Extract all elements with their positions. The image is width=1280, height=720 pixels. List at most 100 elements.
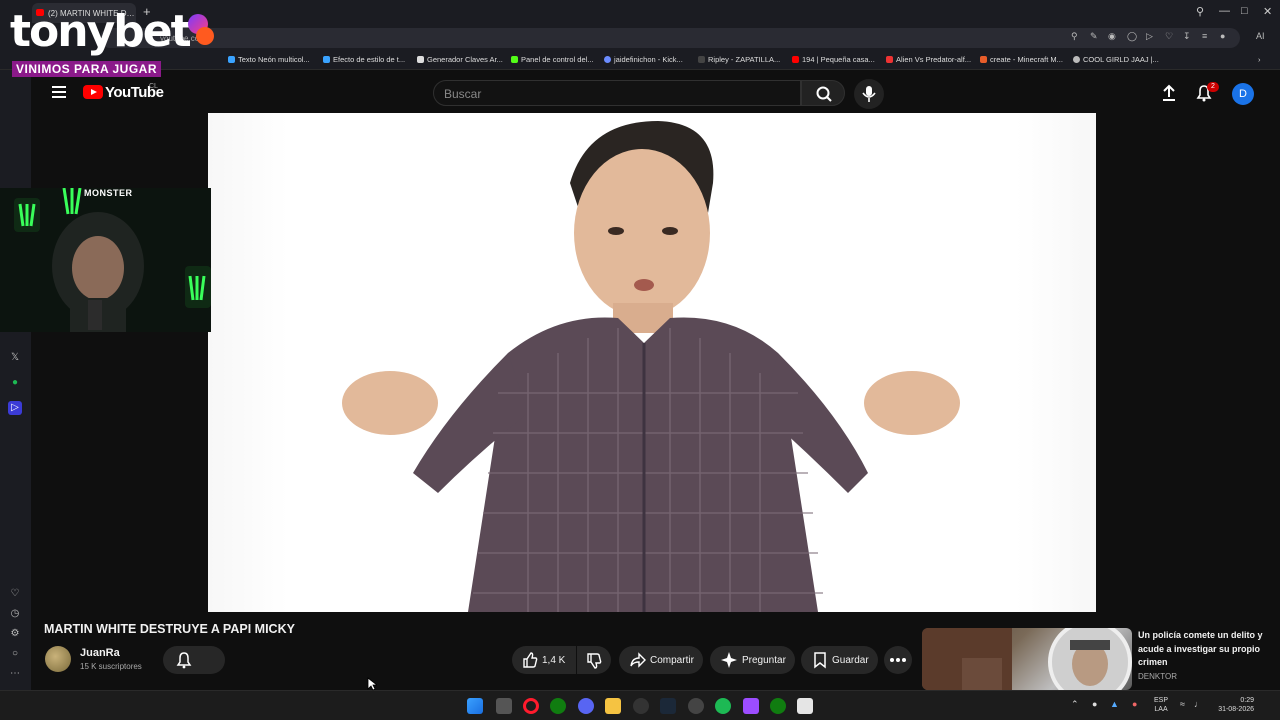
more-icon[interactable]: ⋯ [8, 667, 22, 681]
tray-app-icon[interactable]: ● [1092, 699, 1097, 709]
x-twitter-icon[interactable]: 𝕏 [8, 351, 22, 365]
menu-icon[interactable]: ≡ [1202, 31, 1207, 41]
bookmark-item[interactable]: COOL GIRLD JAAJ |... [1073, 55, 1159, 64]
maximize-button[interactable]: □ [1241, 5, 1248, 17]
youtube-logo-icon[interactable] [83, 85, 103, 99]
more-actions-button[interactable] [884, 646, 912, 674]
bookmark-item[interactable]: create - Minecraft M... [980, 55, 1063, 64]
bookmark-item[interactable]: Texto Neón multicol... [228, 55, 310, 64]
aria-ai-icon[interactable]: AI [1256, 31, 1265, 41]
search-button[interactable] [801, 80, 845, 106]
thumbs-up-icon [523, 652, 538, 668]
youtube-favicon-icon [792, 56, 799, 63]
edit-icon[interactable]: ✎ [1090, 31, 1098, 42]
tonybet-logo: tonybet [10, 6, 192, 57]
search-icon [816, 86, 832, 102]
windows-taskbar: ⌃ ● ▲ ● ESP LAA ≈ ♩ 0:29 31-08-2026 [0, 690, 1280, 720]
account-avatar[interactable]: D [1232, 83, 1254, 105]
history-icon[interactable]: ◷ [8, 607, 22, 621]
share-icon [630, 652, 646, 668]
share-button[interactable]: Compartir [619, 646, 703, 674]
save-button[interactable]: Guardar [801, 646, 878, 674]
start-icon[interactable] [467, 698, 483, 714]
ripley-icon [698, 56, 705, 63]
heart-icon[interactable]: ♡ [1165, 31, 1173, 42]
ask-label: Preguntar [742, 655, 786, 666]
task-view-icon[interactable] [496, 698, 512, 714]
xbox-app-icon[interactable] [770, 698, 786, 714]
camera-icon[interactable]: ◉ [1108, 31, 1116, 42]
lightbulb-app-icon[interactable] [743, 698, 759, 714]
download-icon[interactable]: ↧ [1183, 31, 1191, 42]
dislike-button[interactable] [577, 646, 611, 674]
shield-icon[interactable]: ◯ [1127, 31, 1137, 42]
document-icon [417, 56, 424, 63]
video-frame-person [342, 121, 960, 612]
create-button[interactable] [1159, 83, 1179, 103]
url-field[interactable]: youtube.com/ [100, 28, 1240, 48]
bookmarks-overflow-icon[interactable]: › [1258, 55, 1261, 64]
file-explorer-icon[interactable] [605, 698, 621, 714]
heart-icon[interactable]: ♡ [8, 587, 22, 601]
lens-icon[interactable]: ⚲ [1071, 31, 1078, 42]
bookmark-item[interactable]: Efecto de estilo de t... [323, 55, 405, 64]
opera-gx-icon[interactable] [523, 698, 539, 714]
channel-name[interactable]: JuanRa [80, 647, 120, 659]
tray-steam-icon[interactable]: ▲ [1110, 699, 1119, 709]
xbox-icon[interactable] [550, 698, 566, 714]
tonybet-logo-dot2-icon [196, 27, 214, 45]
webcam-feed [0, 188, 211, 332]
clock-time: 0:29 [1240, 697, 1254, 704]
voice-search-button[interactable] [854, 79, 884, 109]
bookmark-favicon-icon [228, 56, 235, 63]
close-window-button[interactable]: ✕ [1263, 5, 1272, 18]
minimize-button[interactable]: — [1219, 5, 1230, 17]
settings-icon[interactable]: ⚙ [8, 627, 22, 641]
language-code: ESP [1154, 697, 1169, 704]
bookmark-item[interactable]: Ripley - ZAPATILLA... [698, 55, 780, 64]
spotify-icon[interactable] [715, 698, 731, 714]
bookmark-item[interactable]: 194 | Pequeña casa... [792, 55, 875, 64]
search-input[interactable]: Buscar [433, 80, 801, 106]
tray-overflow-icon[interactable]: ⌃ [1071, 699, 1079, 710]
clock[interactable]: 0:29 31-08-2026 [1212, 696, 1254, 714]
kick-icon [511, 56, 518, 63]
calculator-icon[interactable] [797, 698, 813, 714]
steam-icon[interactable] [660, 698, 676, 714]
recommendation-title[interactable]: Un policía comete un delito y acude a in… [1138, 629, 1268, 670]
channel-avatar[interactable] [45, 646, 71, 672]
wifi-icon[interactable]: ≈ [1180, 699, 1185, 709]
profile-icon[interactable]: ● [1220, 31, 1225, 41]
thumbnail-image [922, 628, 1132, 690]
obs-icon[interactable] [633, 698, 649, 714]
volume-icon[interactable]: ♩ [1194, 699, 1203, 709]
video-player[interactable] [208, 113, 1096, 612]
bookmark-item[interactable]: jaidefinichon - Kick... [604, 55, 683, 64]
chrome-icon[interactable] [688, 698, 704, 714]
bookmark-favicon-icon [980, 56, 987, 63]
discord-icon[interactable] [578, 698, 594, 714]
player-icon[interactable]: ▷ [8, 401, 22, 415]
subscription-notification-button[interactable] [163, 646, 225, 674]
bookmark-favicon-icon [323, 56, 330, 63]
play-icon[interactable]: ▷ [1146, 31, 1153, 42]
guide-menu-icon[interactable] [52, 86, 66, 98]
thumbs-down-icon [587, 653, 602, 669]
save-label: Guardar [832, 655, 869, 666]
video-title: MARTIN WHITE DESTRUYE A PAPI MICKY [44, 622, 295, 636]
bookmark-item[interactable]: Generador Claves Ar... [417, 55, 503, 64]
language-indicator[interactable]: ESP LAA [1154, 696, 1168, 714]
bookmark-favicon-icon [1073, 56, 1080, 63]
recommendation-channel[interactable]: DENKTOR [1138, 672, 1177, 681]
tips-icon[interactable]: ○ [8, 647, 22, 661]
bookmark-item[interactable]: Alien Vs Predator-alf... [886, 55, 971, 64]
search-placeholder: Buscar [444, 87, 482, 101]
recommendation-thumbnail[interactable] [922, 628, 1132, 690]
bookmark-item[interactable]: Panel de control del... [511, 55, 594, 64]
like-button[interactable]: 1,4 K [512, 646, 576, 674]
microphone-icon[interactable]: ● [1132, 699, 1137, 709]
ask-button[interactable]: Preguntar [710, 646, 795, 674]
keyboard-layout: LAA [1154, 706, 1168, 713]
search-tabs-icon[interactable]: ⚲ [1196, 5, 1204, 18]
spotify-icon[interactable]: ● [8, 376, 22, 390]
